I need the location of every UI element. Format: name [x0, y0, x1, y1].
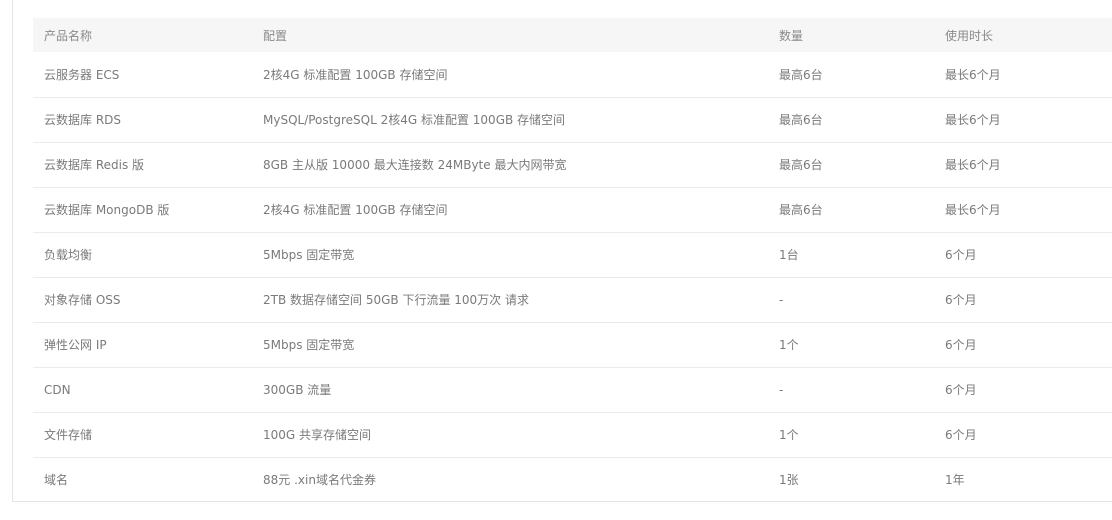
cell-product-name: 云服务器 ECS: [44, 67, 120, 82]
cell-duration: 最长6个月: [945, 158, 1001, 172]
cell-quantity: 1台: [779, 248, 799, 262]
cell-quantity: 最高6台: [779, 203, 823, 217]
product-panel: 产品名称 配置 数量 使用时长 云服务器 ECS 2核4G 标准配置 100GB…: [12, 0, 1112, 502]
cell-duration: 6个月: [945, 338, 977, 352]
cell-duration: 6个月: [945, 383, 977, 397]
cell-quantity: 最高6台: [779, 67, 823, 82]
cell-product-name: CDN: [44, 382, 71, 397]
table-header: 产品名称 配置 数量 使用时长: [33, 18, 1112, 52]
cell-quantity: 最高6台: [779, 158, 823, 172]
table-row: 云数据库 MongoDB 版 2核4G 标准配置 100GB 存储空间 最高6台…: [33, 187, 1112, 232]
cell-quantity: -: [779, 292, 784, 307]
table-header-row: 产品名称 配置 数量 使用时长: [33, 18, 1112, 52]
cell-product-name: 域名: [44, 473, 69, 488]
table-row: 云数据库 RDS MySQL/PostgreSQL 2核4G 标准配置 100G…: [33, 97, 1112, 142]
header-config: 配置: [263, 28, 288, 43]
table-body: 云服务器 ECS 2核4G 标准配置 100GB 存储空间 最高6台 最长6个月…: [33, 52, 1112, 502]
table-row: 文件存储 100G 共享存储空间 1个 6个月: [33, 412, 1112, 457]
cell-config: 5Mbps 固定带宽: [263, 248, 355, 262]
cell-duration: 1年: [945, 473, 965, 488]
cell-duration: 最长6个月: [945, 203, 1001, 217]
header-product-name: 产品名称: [44, 28, 93, 43]
table-row: 云服务器 ECS 2核4G 标准配置 100GB 存储空间 最高6台 最长6个月: [33, 52, 1112, 97]
cell-product-name: 云数据库 MongoDB 版: [44, 203, 170, 217]
table-row: 对象存储 OSS 2TB 数据存储空间 50GB 下行流量 100万次 请求 -…: [33, 277, 1112, 322]
cell-product-name: 云数据库 RDS: [44, 113, 122, 127]
cell-quantity: 1个: [779, 338, 799, 352]
table-row: 负载均衡 5Mbps 固定带宽 1台 6个月: [33, 232, 1112, 277]
cell-duration: 6个月: [945, 293, 977, 307]
cell-config: 2核4G 标准配置 100GB 存储空间: [263, 203, 448, 217]
cell-product-name: 弹性公网 IP: [44, 338, 107, 352]
cell-product-name: 负载均衡: [44, 248, 93, 262]
cell-product-name: 云数据库 Redis 版: [44, 158, 145, 172]
cell-config: 2TB 数据存储空间 50GB 下行流量 100万次 请求: [263, 293, 529, 307]
table-row: 云数据库 Redis 版 8GB 主从版 10000 最大连接数 24MByte…: [33, 142, 1112, 187]
cell-duration: 6个月: [945, 248, 977, 262]
cell-product-name: 文件存储: [44, 428, 93, 442]
cell-config: 5Mbps 固定带宽: [263, 338, 355, 352]
cell-duration: 最长6个月: [945, 113, 1001, 127]
cell-product-name: 对象存储 OSS: [44, 293, 121, 307]
table-row: CDN 300GB 流量 - 6个月: [33, 367, 1112, 412]
cell-config: 100G 共享存储空间: [263, 428, 372, 442]
cell-quantity: 最高6台: [779, 113, 823, 127]
cell-quantity: 1张: [779, 473, 799, 488]
cell-quantity: -: [779, 382, 784, 397]
cell-quantity: 1个: [779, 428, 799, 442]
product-table: 产品名称 配置 数量 使用时长 云服务器 ECS 2核4G 标准配置 100GB…: [33, 18, 1112, 502]
cell-config: 88元 .xin域名代金券: [263, 473, 376, 488]
cell-config: MySQL/PostgreSQL 2核4G 标准配置 100GB 存储空间: [263, 113, 566, 127]
header-duration: 使用时长: [945, 28, 994, 43]
cell-duration: 6个月: [945, 428, 977, 442]
table-row: 弹性公网 IP 5Mbps 固定带宽 1个 6个月: [33, 322, 1112, 367]
cell-config: 8GB 主从版 10000 最大连接数 24MByte 最大内网带宽: [263, 158, 567, 172]
cell-config: 2核4G 标准配置 100GB 存储空间: [263, 67, 448, 82]
cell-config: 300GB 流量: [263, 383, 332, 397]
cell-duration: 最长6个月: [945, 67, 1001, 82]
table-row: 域名 88元 .xin域名代金券 1张 1年: [33, 457, 1112, 502]
header-quantity: 数量: [779, 28, 804, 43]
